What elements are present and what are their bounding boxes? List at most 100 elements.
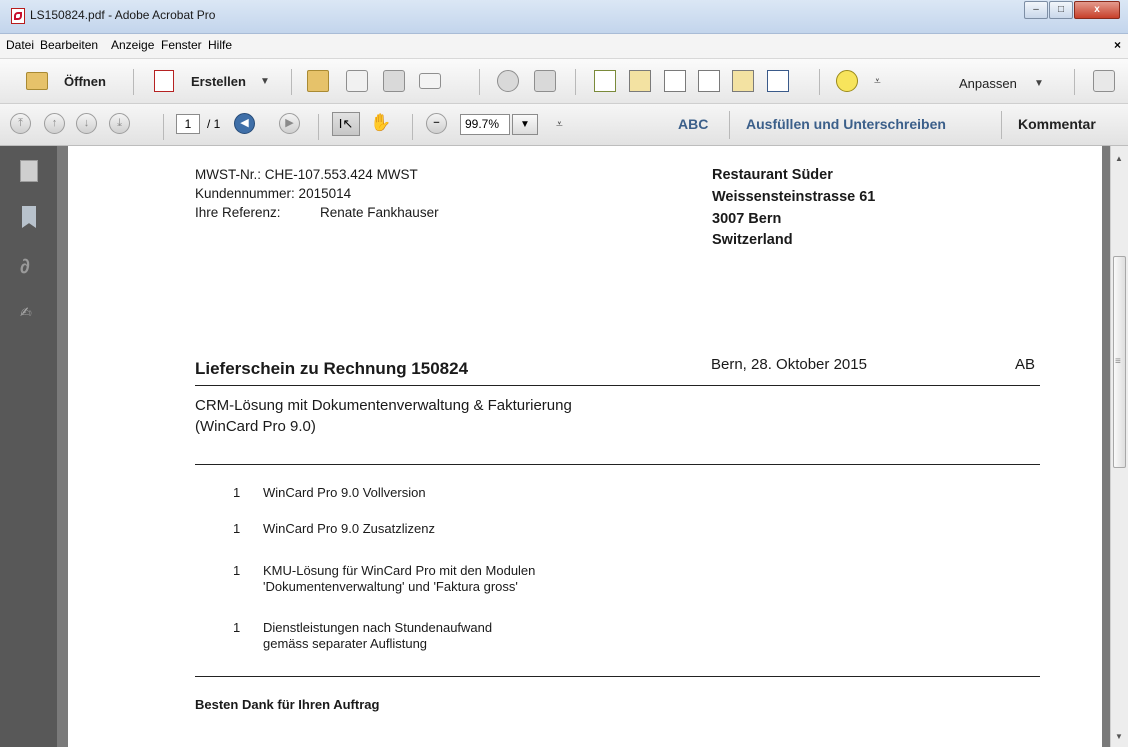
signatures-icon[interactable]: ✍ (20, 304, 38, 326)
maximize-button[interactable]: □ (1049, 1, 1073, 19)
print-icon[interactable] (383, 70, 405, 92)
export-document-icon[interactable] (594, 70, 616, 92)
previous-view-icon[interactable]: ◀ (234, 113, 255, 134)
subject-line: (WinCard Pro 9.0) (195, 418, 316, 435)
zoom-dropdown-icon[interactable]: ▼ (512, 114, 538, 135)
item-quantity: 1 (233, 485, 241, 500)
bookmarks-icon[interactable] (22, 206, 36, 228)
abc-ocr-link[interactable]: ABC (678, 116, 708, 132)
window-title: LS150824.pdf - Adobe Acrobat Pro (30, 8, 216, 22)
toolbar-divider (819, 69, 820, 95)
scroll-up-arrow-icon[interactable]: ▲ (1115, 154, 1123, 163)
author-initials: AB (1015, 356, 1036, 373)
document-viewer: MWST-Nr.: CHE-107.553.424 MWST Kundennum… (57, 146, 1110, 747)
open-folder-icon[interactable] (26, 72, 48, 90)
next-view-icon[interactable]: ▶ (279, 113, 300, 134)
menu-fenster[interactable]: Fenster (161, 38, 202, 52)
last-page-icon[interactable]: ⤓ (109, 113, 130, 134)
document-date: Bern, 28. Oktober 2015 (711, 356, 867, 373)
comment-tab[interactable]: Kommentar (1018, 116, 1096, 132)
item-quantity: 1 (233, 521, 241, 536)
toolbar-divider (1001, 111, 1002, 139)
toolbar-divider (479, 69, 480, 95)
toolbar-divider (729, 111, 730, 139)
address-line: Weissensteinstrasse 61 (712, 189, 876, 205)
email-icon[interactable] (419, 73, 441, 89)
item-description: WinCard Pro 9.0 Zusatzlizenz (263, 521, 435, 536)
address-line: Switzerland (712, 232, 793, 248)
page-thumbnails-icon[interactable] (20, 160, 38, 182)
closing-thanks: Besten Dank für Ihren Auftrag (195, 697, 380, 712)
create-dropdown-arrow-icon[interactable]: ▼ (260, 76, 270, 87)
item-quantity: 1 (233, 563, 241, 578)
open-file-icon[interactable] (307, 70, 329, 92)
toolbar-divider (133, 69, 134, 95)
close-window-button[interactable]: x (1074, 1, 1120, 19)
toolbar-divider (1074, 69, 1075, 95)
select-tool-icon[interactable]: I↖ (332, 112, 360, 136)
scroll-grip-icon: ≡ (1115, 356, 1121, 367)
save-as-icon[interactable] (534, 70, 556, 92)
item-description: Dienstleistungen nach Stundenaufwand (263, 620, 493, 635)
menu-hilfe[interactable]: Hilfe (208, 38, 232, 52)
combine-files-icon[interactable] (629, 70, 651, 92)
close-document-icon[interactable]: × (1114, 38, 1121, 52)
navigation-toolbar: ⤒ ↑ ↓ ⤓ 1 / 1 ◀ ▶ I↖ ✋ − 99.7% ▼ ⩡ ABC A… (0, 104, 1128, 146)
toolbar-overflow-icon[interactable]: ⩡ (874, 74, 881, 89)
open-button[interactable]: Öffnen (64, 74, 106, 89)
delete-page-icon[interactable] (664, 70, 686, 92)
pdf-page: MWST-Nr.: CHE-107.553.424 MWST Kundennum… (68, 146, 1102, 747)
menu-anzeige[interactable]: Anzeige (111, 38, 154, 52)
item-description: KMU-Lösung für WinCard Pro mit den Modul… (263, 563, 536, 578)
reference-label: Ihre Referenz: (195, 205, 281, 220)
left-navigation-pane: ∂ ✍ (0, 146, 57, 747)
next-page-icon[interactable]: ↓ (76, 113, 97, 134)
toolbar-divider (318, 114, 319, 140)
share-document-icon[interactable] (732, 70, 754, 92)
comment-bubble-icon[interactable] (836, 70, 858, 92)
zoom-input[interactable]: 99.7% (460, 114, 510, 135)
item-description-continued: 'Dokumentenverwaltung' und 'Faktura gros… (263, 579, 518, 594)
previous-page-icon[interactable]: ↑ (44, 113, 65, 134)
attachments-paperclip-icon[interactable]: ∂ (20, 256, 38, 278)
document-heading: Lieferschein zu Rechnung 150824 (195, 359, 469, 378)
vat-number: MWST-Nr.: CHE-107.553.424 MWST (195, 167, 418, 182)
item-description: WinCard Pro 9.0 Vollversion (263, 485, 426, 500)
menu-bar: Datei Bearbeiten Anzeige Fenster Hilfe × (0, 34, 1128, 59)
zoom-out-icon[interactable]: − (426, 113, 447, 134)
main-toolbar: Öffnen Erstellen ▼ ⩡ Anpassen ▼ (0, 59, 1128, 104)
protect-document-icon[interactable] (698, 70, 720, 92)
toolbar-divider (412, 114, 413, 140)
title-bar: LS150824.pdf - Adobe Acrobat Pro – □ x (0, 0, 1128, 34)
minimize-button[interactable]: – (1024, 1, 1048, 19)
page-number-input[interactable]: 1 (176, 114, 200, 134)
address-line: 3007 Bern (712, 211, 782, 227)
document-settings-icon[interactable] (767, 70, 789, 92)
address-line: Restaurant Süder (712, 167, 833, 183)
fill-and-sign-tab[interactable]: Ausfüllen und Unterschreiben (746, 116, 946, 132)
reference-value: Renate Fankhauser (320, 205, 439, 220)
expand-icon[interactable] (1093, 70, 1115, 92)
customize-button[interactable]: Anpassen (959, 76, 1017, 91)
menu-bearbeiten[interactable]: Bearbeiten (40, 38, 98, 52)
save-icon[interactable] (346, 70, 368, 92)
toolbar-divider (575, 69, 576, 95)
first-page-icon[interactable]: ⤒ (10, 113, 31, 134)
acrobat-app-icon (11, 8, 25, 24)
hand-tool-icon[interactable]: ✋ (370, 113, 391, 133)
customize-dropdown-arrow-icon[interactable]: ▼ (1034, 78, 1044, 89)
divider-line (195, 385, 1040, 386)
page-total: / 1 (207, 117, 221, 131)
toolbar-overflow-icon[interactable]: ⩡ (556, 117, 563, 132)
toolbar-divider (291, 69, 292, 95)
create-button[interactable]: Erstellen (191, 74, 246, 89)
create-pdf-icon[interactable] (154, 70, 174, 92)
menu-datei[interactable]: Datei (6, 38, 34, 52)
settings-gear-icon[interactable] (497, 70, 519, 92)
item-quantity: 1 (233, 620, 241, 635)
scroll-down-arrow-icon[interactable]: ▼ (1115, 732, 1123, 741)
subject-line: CRM-Lösung mit Dokumentenverwaltung & Fa… (195, 397, 572, 414)
divider-line (195, 676, 1040, 677)
toolbar-divider (163, 114, 164, 140)
divider-line (195, 464, 1040, 465)
